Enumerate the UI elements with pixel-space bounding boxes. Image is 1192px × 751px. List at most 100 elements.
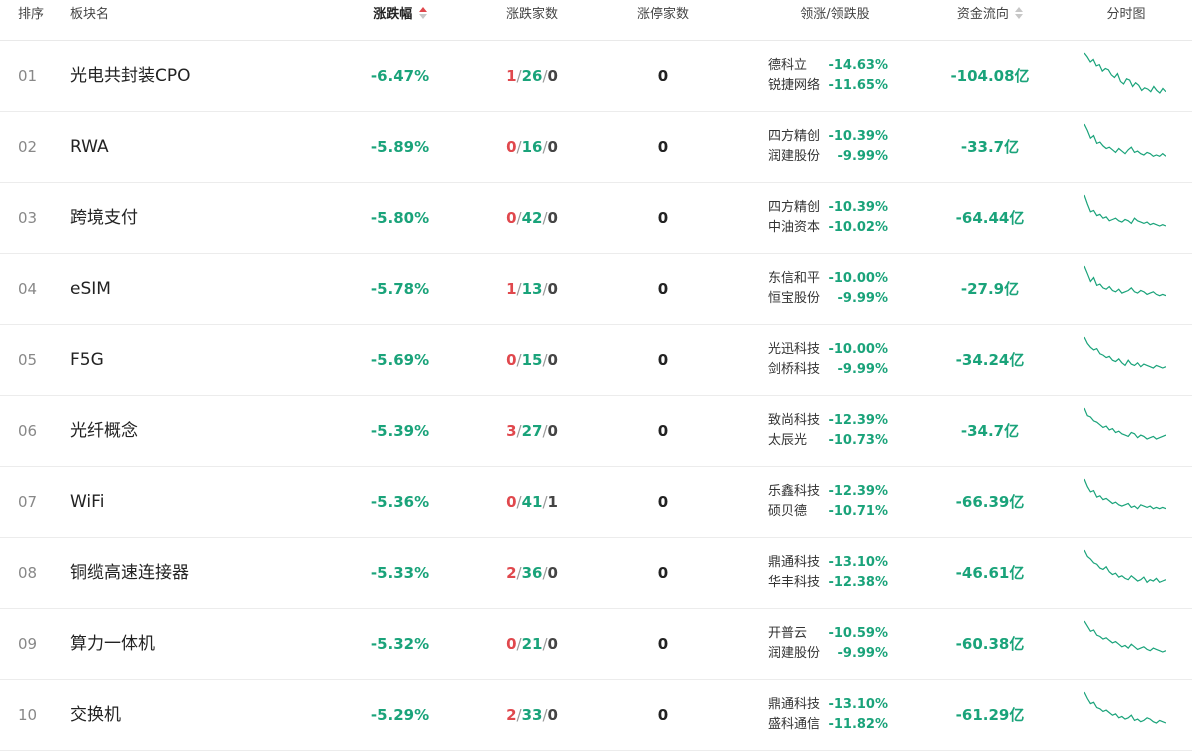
row-rank: 07: [18, 493, 38, 511]
leader-stock-link[interactable]: 光迅科技: [768, 340, 820, 360]
capital-flow: -46.61亿: [955, 564, 1025, 582]
updown-count: 0/42/0: [506, 209, 558, 227]
table-row[interactable]: 08 铜缆高速连接器 -5.33% 2/36/0 0 鼎通科技 -13.10% …: [0, 538, 1192, 609]
leader-stock-link[interactable]: 四方精创: [768, 198, 820, 218]
intraday-sparkline[interactable]: [1076, 538, 1176, 608]
intraday-sparkline[interactable]: [1076, 396, 1176, 466]
down-count: 15: [521, 351, 543, 369]
sparkline-path: [1084, 691, 1166, 724]
laggard-stock-link[interactable]: 太辰光: [768, 431, 807, 451]
leader-stock-link[interactable]: 开普云: [768, 624, 807, 644]
table-row[interactable]: 04 eSIM -5.78% 1/13/0 0 东信和平 -10.00% 恒宝股…: [0, 254, 1192, 325]
sparkline-chart: [1084, 691, 1166, 724]
sparkline-path: [1084, 407, 1166, 440]
laggard-stock-link[interactable]: 盛科通信: [768, 715, 820, 735]
leader-stock-link[interactable]: 鼎通科技: [768, 553, 820, 573]
sector-name-link[interactable]: 光电共封装CPO: [70, 41, 350, 111]
sector-name-link[interactable]: F5G: [70, 325, 350, 395]
limitup-count: 0: [657, 351, 669, 369]
sector-name-link[interactable]: 算力一体机: [70, 609, 350, 679]
limitup-count: 0: [657, 280, 669, 298]
intraday-sparkline[interactable]: [1076, 680, 1176, 750]
leader-stocks: 四方精创 -10.39% 润建股份 -9.99%: [752, 112, 922, 182]
leader-stock-link[interactable]: 东信和平: [768, 269, 820, 289]
sparkline-chart: [1084, 407, 1166, 440]
sparkline-path: [1084, 52, 1166, 94]
sector-name-link[interactable]: RWA: [70, 112, 350, 182]
flat-count: 0: [547, 706, 558, 724]
flat-count: 0: [547, 209, 558, 227]
header-change-sort[interactable]: 涨跌幅: [340, 0, 460, 40]
updown-count: 1/26/0: [506, 67, 558, 85]
sparkline-path: [1084, 549, 1166, 584]
leader-stock-link[interactable]: 四方精创: [768, 127, 820, 147]
laggard-stock-link[interactable]: 华丰科技: [768, 573, 820, 593]
sparkline-chart: [1084, 52, 1166, 94]
intraday-sparkline[interactable]: [1076, 112, 1176, 182]
sparkline-chart: [1084, 620, 1166, 653]
row-rank: 03: [18, 209, 38, 227]
sector-name-link[interactable]: 跨境支付: [70, 183, 350, 253]
header-leaders: 领涨/领跌股: [800, 7, 870, 22]
laggard-stock-link[interactable]: 硕贝德: [768, 502, 807, 522]
limitup-count: 0: [657, 209, 669, 227]
leader-stocks: 东信和平 -10.00% 恒宝股份 -9.99%: [752, 254, 922, 324]
sector-name-link[interactable]: 交换机: [70, 680, 350, 750]
leader-stock-change: -10.39%: [828, 129, 888, 144]
row-rank: 04: [18, 280, 38, 298]
intraday-sparkline[interactable]: [1076, 325, 1176, 395]
leader-stock-change: -13.10%: [828, 697, 888, 712]
leader-stock-change: -14.63%: [828, 58, 888, 73]
laggard-stock-link[interactable]: 润建股份: [768, 147, 820, 167]
intraday-sparkline[interactable]: [1076, 41, 1176, 111]
down-count: 13: [521, 280, 543, 298]
up-count: 2: [506, 564, 517, 582]
flat-count: 0: [547, 67, 558, 85]
updown-count: 0/21/0: [506, 635, 558, 653]
header-flow-sort[interactable]: 资金流向: [930, 0, 1050, 40]
intraday-sparkline[interactable]: [1076, 254, 1176, 324]
down-count: 21: [521, 635, 543, 653]
laggard-stock-link[interactable]: 润建股份: [768, 644, 820, 664]
table-row[interactable]: 01 光电共封装CPO -6.47% 1/26/0 0 德科立 -14.63% …: [0, 41, 1192, 112]
sector-name-link[interactable]: 光纤概念: [70, 396, 350, 466]
leader-stock-link[interactable]: 德科立: [768, 56, 807, 76]
sort-desc-icon: [418, 7, 427, 19]
table-row[interactable]: 05 F5G -5.69% 0/15/0 0 光迅科技 -10.00% 剑桥科技…: [0, 325, 1192, 396]
down-count: 42: [521, 209, 543, 227]
laggard-stock-change: -9.99%: [837, 646, 889, 661]
sector-name-link[interactable]: eSIM: [70, 254, 350, 324]
laggard-stock-link[interactable]: 恒宝股份: [768, 289, 820, 309]
sparkline-path: [1084, 336, 1166, 369]
leader-stocks: 乐鑫科技 -12.39% 硕贝德 -10.71%: [752, 467, 922, 537]
laggard-stock-link[interactable]: 剑桥科技: [768, 360, 820, 380]
leader-stock-change: -13.10%: [828, 555, 888, 570]
leader-stock-link[interactable]: 鼎通科技: [768, 695, 820, 715]
table-row[interactable]: 06 光纤概念 -5.39% 3/27/0 0 致尚科技 -12.39% 太辰光…: [0, 396, 1192, 467]
header-rank: 排序: [18, 7, 45, 22]
sector-name-link[interactable]: 铜缆高速连接器: [70, 538, 350, 608]
table-row[interactable]: 03 跨境支付 -5.80% 0/42/0 0 四方精创 -10.39% 中油资…: [0, 183, 1192, 254]
flat-count: 0: [547, 635, 558, 653]
intraday-sparkline[interactable]: [1076, 609, 1176, 679]
flat-count: 0: [547, 422, 558, 440]
intraday-sparkline[interactable]: [1076, 183, 1176, 253]
updown-count: 0/15/0: [506, 351, 558, 369]
table-row[interactable]: 02 RWA -5.89% 0/16/0 0 四方精创 -10.39% 润建股份…: [0, 112, 1192, 183]
laggard-stock-link[interactable]: 中油资本: [768, 218, 820, 238]
limitup-count: 0: [657, 706, 669, 724]
down-count: 16: [521, 138, 543, 156]
table-row[interactable]: 07 WiFi -5.36% 0/41/1 0 乐鑫科技 -12.39% 硕贝德…: [0, 467, 1192, 538]
laggard-stock-link[interactable]: 锐捷网络: [768, 76, 820, 96]
up-count: 3: [506, 422, 517, 440]
table-row[interactable]: 09 算力一体机 -5.32% 0/21/0 0 开普云 -10.59% 润建股…: [0, 609, 1192, 680]
change-percent: -5.69%: [370, 351, 430, 369]
up-count: 1: [506, 280, 517, 298]
leader-stock-link[interactable]: 乐鑫科技: [768, 482, 820, 502]
row-rank: 01: [18, 67, 38, 85]
leader-stock-link[interactable]: 致尚科技: [768, 411, 820, 431]
table-row[interactable]: 10 交换机 -5.29% 2/33/0 0 鼎通科技 -13.10% 盛科通信…: [0, 680, 1192, 751]
sector-name-link[interactable]: WiFi: [70, 467, 350, 537]
intraday-sparkline[interactable]: [1076, 467, 1176, 537]
change-percent: -5.36%: [370, 493, 430, 511]
